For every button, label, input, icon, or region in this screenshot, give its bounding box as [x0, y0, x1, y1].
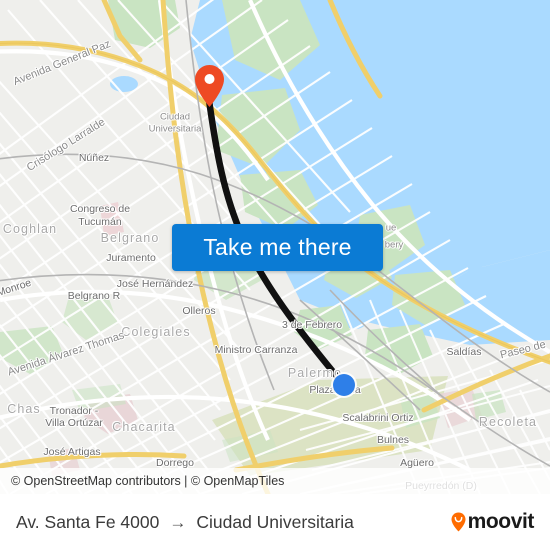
moovit-route-preview: Avenida General Paz Crisólogo Larralde Núñ… — [0, 0, 550, 550]
route-footer: Av. Santa Fe 4000 → Ciudad Universitaria… — [0, 494, 550, 550]
arrow-right-icon: → — [169, 512, 187, 532]
route-summary: Av. Santa Fe 4000 → Ciudad Universitaria — [16, 512, 354, 533]
attribution-text: © OpenStreetMap contributors | © OpenMap… — [11, 474, 285, 488]
moovit-logo[interactable]: moovit — [451, 510, 534, 534]
take-me-there-button[interactable]: Take me there — [172, 224, 383, 271]
destination-pin[interactable] — [194, 64, 225, 108]
moovit-pin-icon — [451, 512, 466, 532]
map-attribution: © OpenStreetMap contributors | © OpenMap… — [0, 468, 550, 494]
route-destination: Ciudad Universitaria — [196, 511, 354, 532]
moovit-wordmark: moovit — [467, 510, 535, 533]
origin-location-dot[interactable] — [333, 374, 355, 396]
route-origin: Av. Santa Fe 4000 — [16, 511, 160, 532]
